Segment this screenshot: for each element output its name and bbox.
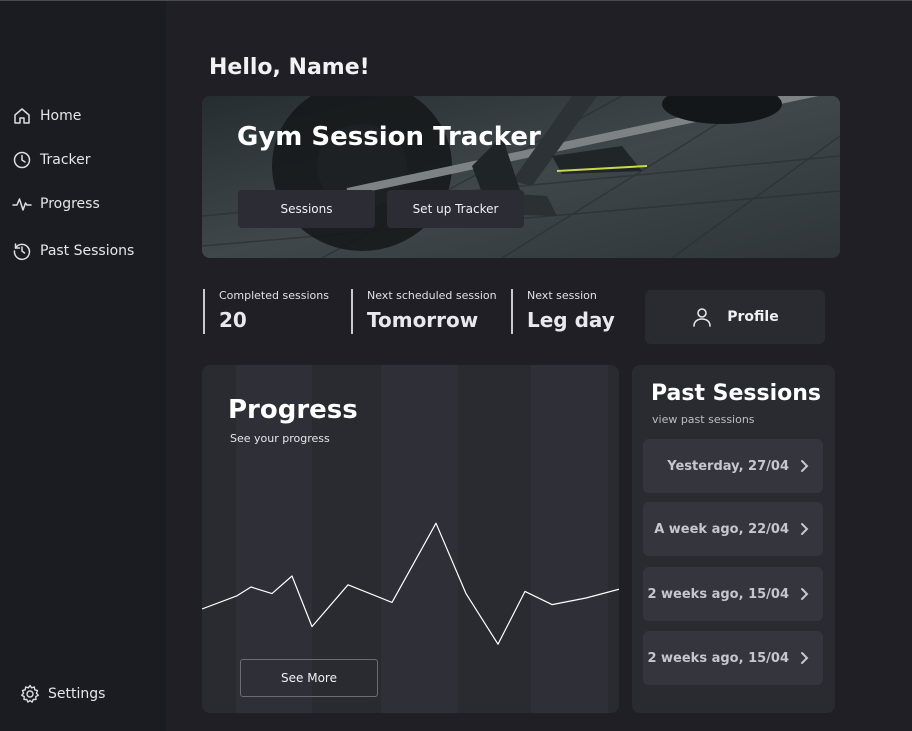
- see-more-button[interactable]: See More: [240, 659, 378, 697]
- stat-label: Completed sessions: [219, 289, 329, 302]
- stat-value: 20: [219, 308, 247, 332]
- sidebar-item-home[interactable]: Home: [12, 104, 81, 128]
- stat-next-session: Next session Leg day: [511, 289, 615, 334]
- chevron-right-icon: [801, 460, 809, 472]
- gear-icon: [20, 684, 40, 704]
- sidebar-item-label: Past Sessions: [40, 243, 135, 259]
- home-icon: [12, 106, 32, 126]
- past-sessions-subtitle: view past sessions: [652, 413, 755, 426]
- sidebar-item-label: Settings: [48, 686, 106, 702]
- profile-label: Profile: [727, 309, 779, 325]
- sidebar-item-label: Home: [40, 108, 82, 124]
- sidebar-item-progress[interactable]: Progress: [12, 192, 100, 216]
- activity-icon: [12, 194, 32, 214]
- past-session-label: 2 weeks ago, 15/04: [647, 650, 789, 666]
- progress-subtitle: See your progress: [230, 432, 330, 445]
- history-icon: [12, 241, 32, 261]
- chart-band: [531, 365, 608, 713]
- sidebar-item-tracker[interactable]: Tracker: [12, 148, 91, 172]
- sidebar-item-settings[interactable]: Settings: [20, 682, 105, 706]
- past-session-item[interactable]: Yesterday, 27/04: [643, 439, 823, 493]
- setup-tracker-button[interactable]: Set up Tracker: [387, 190, 524, 228]
- user-icon: [693, 308, 712, 327]
- past-session-label: A week ago, 22/04: [654, 521, 789, 537]
- sidebar-item-label: Tracker: [40, 152, 91, 168]
- chart-band: [381, 365, 458, 713]
- chevron-right-icon: [801, 523, 809, 535]
- past-session-item[interactable]: 2 weeks ago, 15/04: [643, 631, 823, 685]
- stat-completed-sessions: Completed sessions 20: [203, 289, 329, 334]
- greeting-heading: Hello, Name!: [209, 55, 370, 80]
- past-sessions-card: Past Sessions view past sessions Yesterd…: [632, 365, 835, 713]
- sessions-button[interactable]: Sessions: [238, 190, 375, 228]
- chevron-right-icon: [801, 588, 809, 600]
- past-sessions-title: Past Sessions: [651, 381, 822, 406]
- stat-next-scheduled: Next scheduled session Tomorrow: [351, 289, 497, 334]
- progress-title: Progress: [228, 395, 358, 425]
- stat-label: Next session: [527, 289, 597, 302]
- stat-value: Leg day: [527, 308, 615, 332]
- past-session-label: 2 weeks ago, 15/04: [647, 586, 789, 602]
- past-session-item[interactable]: 2 weeks ago, 15/04: [643, 567, 823, 621]
- chevron-right-icon: [801, 652, 809, 664]
- sidebar: Home Tracker Progress Past Sessions Sett…: [0, 1, 166, 731]
- progress-card: Progress See your progress See More: [202, 365, 619, 713]
- stat-label: Next scheduled session: [367, 289, 497, 302]
- sidebar-item-past-sessions[interactable]: Past Sessions: [12, 239, 134, 263]
- hero-background-image: [202, 96, 840, 258]
- app-root: Home Tracker Progress Past Sessions Sett…: [0, 0, 912, 731]
- stat-value: Tomorrow: [367, 308, 479, 332]
- hero-title: Gym Session Tracker: [237, 122, 541, 152]
- past-session-label: Yesterday, 27/04: [667, 458, 789, 474]
- sidebar-item-label: Progress: [40, 196, 100, 212]
- profile-button[interactable]: Profile: [645, 290, 825, 344]
- past-session-item[interactable]: A week ago, 22/04: [643, 502, 823, 556]
- clock-icon: [12, 150, 32, 170]
- hero-banner: Gym Session Tracker Sessions Set up Trac…: [202, 96, 840, 258]
